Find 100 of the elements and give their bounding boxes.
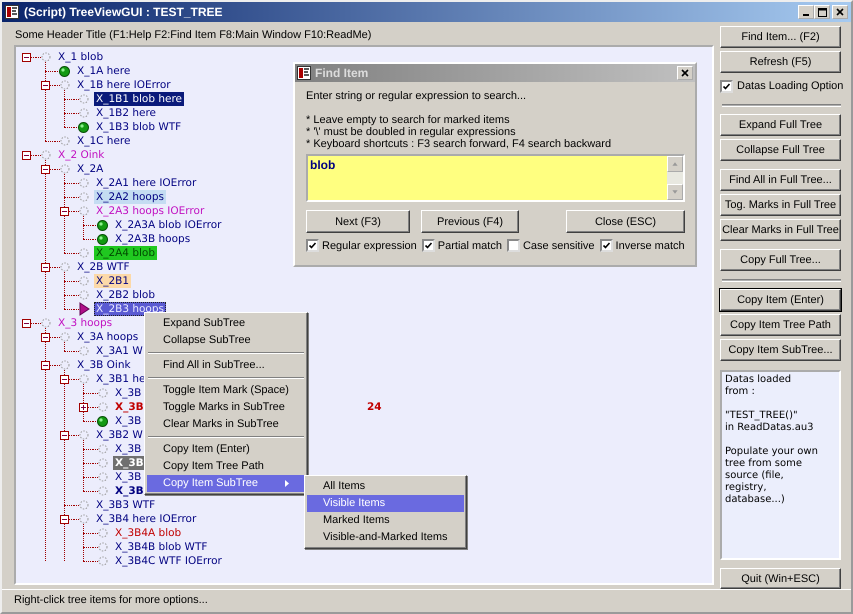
side-button[interactable]: Tog. Marks in Full Tree <box>720 194 841 216</box>
tree-item[interactable]: X_3B <box>113 414 144 428</box>
info-text: Datas loaded from : <box>725 374 792 398</box>
window-title: (Script) TreeViewGUI : TEST_TREE <box>24 5 224 19</box>
tree-item[interactable]: X_3B4C WTF IOError <box>113 554 224 568</box>
collapse-icon[interactable] <box>22 52 31 62</box>
tree-item[interactable]: X_3B4A blob <box>113 526 184 540</box>
tree-item[interactable]: X_2A2 hoops <box>94 190 166 204</box>
side-button[interactable]: Copy Item SubTree... <box>720 338 841 361</box>
tree-item[interactable]: X_1A here <box>75 64 132 78</box>
menu-item[interactable]: Visible-and-Marked Items <box>307 529 464 546</box>
menu-item[interactable]: Find All in SubTree... <box>147 357 305 374</box>
tree-item[interactable]: X_2B1 <box>94 274 132 288</box>
menu-item[interactable]: Copy Item SubTree <box>147 475 305 492</box>
close-button[interactable] <box>832 5 848 19</box>
tree-item[interactable]: X_3A1 W <box>94 344 145 358</box>
checkbox[interactable] <box>720 80 733 92</box>
collapse-icon[interactable] <box>41 360 50 370</box>
tree-item[interactable]: X_2A3 hoops IOError <box>94 204 206 218</box>
dialog-button[interactable]: Next (F3) <box>306 210 410 233</box>
tree-item[interactable]: X_1B2 here <box>94 106 158 120</box>
menu-item[interactable]: Toggle Marks in SubTree <box>147 399 305 416</box>
menu-item[interactable]: Marked Items <box>307 512 464 529</box>
tree-item[interactable]: X_1B1 blob here <box>94 92 184 106</box>
checkbox[interactable] <box>600 239 613 252</box>
tree-item[interactable]: X_2A <box>75 162 106 176</box>
tree-item[interactable]: X_2 Oink <box>56 148 106 162</box>
side-button[interactable]: Clear Marks in Full Tree <box>720 218 841 241</box>
tree-item[interactable]: X_3A hoops <box>75 330 140 344</box>
checkbox[interactable] <box>306 239 319 252</box>
tree-item[interactable]: X_3B3 WTF <box>94 498 158 512</box>
tree-item[interactable]: X_2A3A blob IOError <box>113 218 224 232</box>
tree-item[interactable]: X_3B4B blob WTF <box>113 540 210 554</box>
dialog-text: Enter string or regular expression to search... <box>306 90 528 102</box>
tree-item[interactable]: X_3B Oink <box>75 358 133 372</box>
header-title: Some Header Title (F1:Help F2:Find Item F8:Main Window F10:ReadMe) <box>14 28 372 43</box>
tree-item[interactable]: X_2B3 hoops <box>94 302 166 316</box>
search-field[interactable]: blob <box>306 154 685 202</box>
tree-item[interactable]: X_1B here IOError <box>75 78 173 92</box>
checkbox[interactable] <box>506 239 520 252</box>
scroll-up-icon[interactable] <box>667 156 683 172</box>
menu-item[interactable]: Copy Item (Enter) <box>147 441 305 458</box>
option-label: Inverse match <box>616 240 685 252</box>
option-label: Case sensitive <box>522 240 595 252</box>
info-text: Populate your own tree from some source (file, registry, database...) <box>725 446 819 506</box>
menu-item[interactable]: All Items <box>307 478 464 495</box>
dialog-button[interactable]: Close (ESC) <box>566 210 685 233</box>
collapse-icon[interactable] <box>60 206 69 216</box>
collapse-icon[interactable] <box>41 262 50 272</box>
tree-item[interactable]: X_2A1 here IOError <box>94 176 198 190</box>
tree-item[interactable]: X_3B <box>113 442 144 456</box>
dialog-title: Find Item <box>315 66 370 80</box>
collapse-icon[interactable] <box>22 318 31 328</box>
collapse-icon[interactable] <box>41 332 50 342</box>
side-button[interactable]: Copy Full Tree... <box>720 248 841 271</box>
side-button[interactable]: Find All in Full Tree... <box>720 168 841 191</box>
tree-item[interactable]: X_3B <box>113 456 146 470</box>
side-button[interactable]: Refresh (F5) <box>720 51 841 73</box>
collapse-icon[interactable] <box>41 80 50 90</box>
tree-item[interactable]: X_3B <box>113 400 146 414</box>
side-button[interactable]: Copy Item (Enter) <box>720 288 841 311</box>
collapse-icon[interactable] <box>60 430 69 440</box>
scroll-down-icon[interactable] <box>667 184 683 200</box>
tree-item[interactable]: X_3B2 W <box>94 428 145 442</box>
collapse-icon[interactable] <box>41 164 50 174</box>
collapse-icon[interactable] <box>60 514 69 524</box>
tree-item[interactable]: X_2B2 blob <box>94 288 158 302</box>
tree-item[interactable]: X_1 blob <box>56 50 106 64</box>
tree-item[interactable]: X_3B <box>113 484 146 498</box>
menu-item[interactable]: Copy Item Tree Path <box>147 458 305 475</box>
dialog-button[interactable]: Previous (F4) <box>421 210 519 233</box>
collapse-icon[interactable] <box>60 374 69 384</box>
tree-item[interactable]: X_2A4 blob <box>94 246 157 260</box>
menu-item[interactable]: Collapse SubTree <box>147 332 305 349</box>
menu-item[interactable]: Clear Marks in SubTree <box>147 416 305 433</box>
info-text: "TEST_TREE()" in ReadDatas.au3 <box>725 410 815 434</box>
menu-item[interactable]: Visible Items <box>307 495 464 512</box>
side-button[interactable]: Find Item... (F2) <box>720 26 841 48</box>
minimize-button[interactable] <box>798 5 814 19</box>
tree-item[interactable]: X_3B <box>113 470 144 484</box>
tree-item[interactable]: X_3B4 here IOError <box>94 512 198 526</box>
menu-item[interactable]: Expand SubTree <box>147 315 305 332</box>
note-text: * Leave empty to search for marked items <box>306 114 511 126</box>
tree-item[interactable]: X_3B <box>113 386 144 400</box>
quit-button[interactable]: Quit (Win+ESC) <box>720 568 841 589</box>
expand-icon[interactable] <box>79 402 88 412</box>
tree-item[interactable]: X_1C here <box>75 134 132 148</box>
checkbox-label: Datas Loading Option <box>737 80 844 92</box>
close-button[interactable] <box>677 66 693 80</box>
menu-item[interactable]: Toggle Item Mark (Space) <box>147 382 305 399</box>
tree-item[interactable]: X_1B3 blob WTF <box>94 120 184 134</box>
side-button[interactable]: Copy Item Tree Path <box>720 314 841 336</box>
checkbox[interactable] <box>422 239 435 252</box>
maximize-button[interactable] <box>814 5 830 19</box>
side-button[interactable]: Collapse Full Tree <box>720 138 841 161</box>
collapse-icon[interactable] <box>22 150 31 160</box>
tree-item[interactable]: X_2B WTF <box>75 260 132 274</box>
side-button[interactable]: Expand Full Tree <box>720 114 841 136</box>
tree-item[interactable]: X_3 hoops <box>56 316 114 330</box>
tree-item[interactable]: X_2A3B hoops <box>113 232 192 246</box>
